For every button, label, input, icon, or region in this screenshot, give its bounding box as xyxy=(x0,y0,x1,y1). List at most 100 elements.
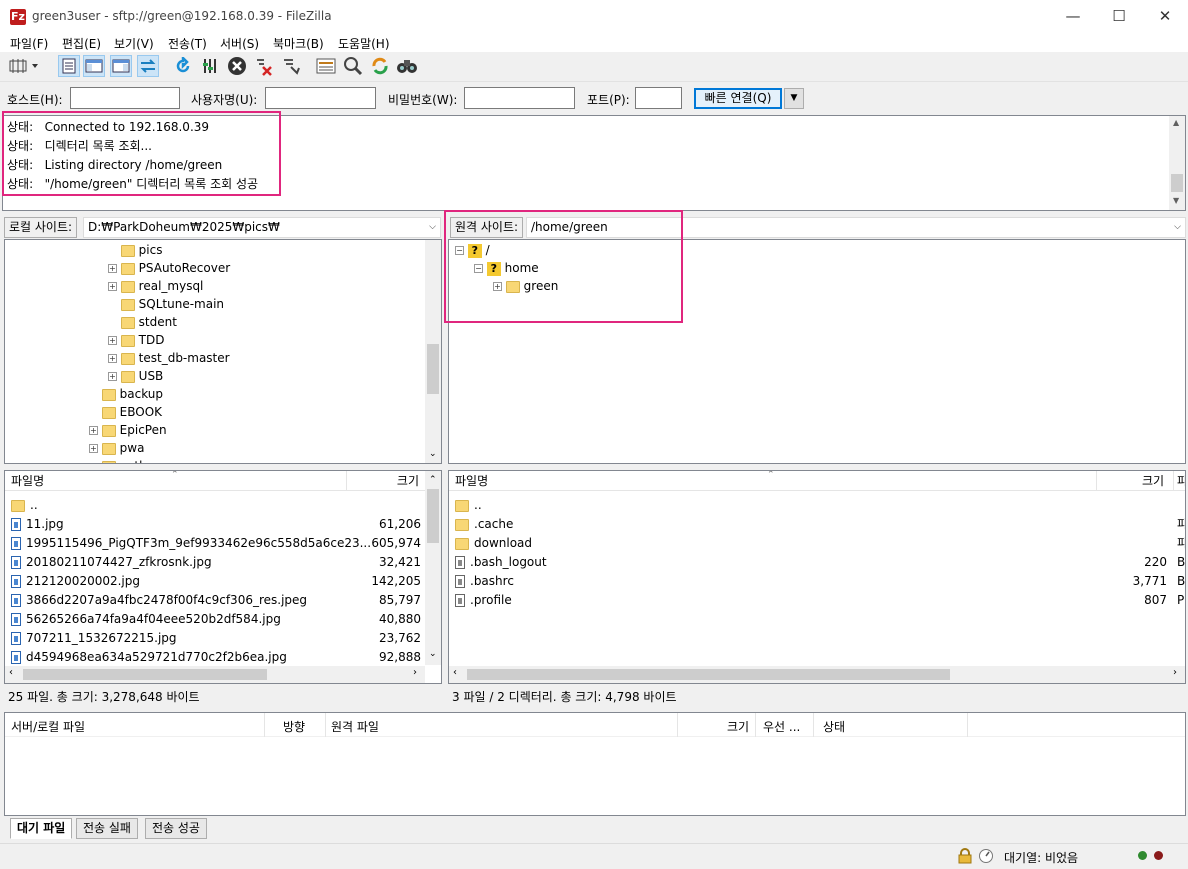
scroll-left-icon[interactable]: ‹ xyxy=(453,667,457,678)
tree-item[interactable]: + TDD xyxy=(5,331,425,349)
menu-file[interactable]: 파일(F) xyxy=(10,35,48,52)
toggle-queue-icon[interactable] xyxy=(137,55,159,77)
disconnect-icon[interactable] xyxy=(253,55,275,77)
tree-item[interactable]: + PSAutoRecover xyxy=(5,259,425,277)
col-type[interactable]: 파 xyxy=(1177,471,1185,491)
expander-icon[interactable]: + xyxy=(108,336,117,345)
menu-transfer[interactable]: 전송(T) xyxy=(168,35,207,52)
scroll-thumb[interactable] xyxy=(427,344,439,394)
password-input[interactable] xyxy=(464,87,575,109)
col-direction[interactable]: 방향 xyxy=(283,718,305,735)
reconnect-icon[interactable] xyxy=(280,55,302,77)
toggle-local-tree-icon[interactable] xyxy=(83,55,105,77)
toggle-directory-comparison-icon[interactable] xyxy=(342,55,364,77)
expander-icon[interactable]: + xyxy=(89,444,98,453)
tree-item[interactable]: + test_db-master xyxy=(5,349,425,367)
column-divider[interactable] xyxy=(325,713,326,737)
synchronized-browsing-icon[interactable] xyxy=(369,55,391,77)
file-row[interactable]: 1995115496_PigQTF3m_9ef9933462e96c558d5a… xyxy=(11,534,423,553)
tab-failed-transfers[interactable]: 전송 실패 xyxy=(76,818,138,839)
chevron-down-icon[interactable]: ⌵ xyxy=(1174,218,1181,237)
col-status[interactable]: 상태 xyxy=(823,718,845,735)
menu-view[interactable]: 보기(V) xyxy=(114,35,154,52)
column-divider[interactable] xyxy=(755,713,756,737)
tree-item[interactable]: + real_mysql xyxy=(5,277,425,295)
expander-icon[interactable]: + xyxy=(108,282,117,291)
tree-item[interactable]: pics xyxy=(5,241,425,259)
file-row[interactable]: download 파 xyxy=(455,534,1185,553)
expander-icon[interactable]: + xyxy=(108,264,117,273)
local-tree-scrollbar[interactable]: ⌄ xyxy=(425,240,441,463)
scroll-right-icon[interactable]: › xyxy=(1173,667,1177,678)
search-remote-files-icon[interactable] xyxy=(396,55,418,77)
chevron-down-icon[interactable]: ⌵ xyxy=(429,218,436,237)
file-row[interactable]: .bash_logout 220 B xyxy=(455,553,1185,572)
tab-queued-files[interactable]: 대기 파일 xyxy=(10,818,73,839)
scroll-thumb[interactable] xyxy=(23,669,267,680)
column-divider[interactable] xyxy=(1173,471,1174,491)
username-input[interactable] xyxy=(265,87,376,109)
col-size[interactable]: 크기 xyxy=(727,718,749,735)
tree-item[interactable]: SQLtune-main xyxy=(5,295,425,313)
column-divider[interactable] xyxy=(813,713,814,737)
col-filename[interactable]: 파일명 xyxy=(11,471,44,491)
cancel-operation-icon[interactable] xyxy=(226,55,248,77)
tree-item[interactable]: stdent xyxy=(5,313,425,331)
menu-help[interactable]: 도움말(H) xyxy=(338,35,390,52)
file-row[interactable]: .profile 807 P xyxy=(455,591,1184,610)
speed-limit-icon[interactable] xyxy=(978,848,994,864)
col-remote-file[interactable]: 원격 파일 xyxy=(331,718,379,735)
scroll-thumb[interactable] xyxy=(1171,174,1183,192)
file-row[interactable]: d4594968ea634a529721d770c2f2b6ea.jpg 92,8… xyxy=(11,648,423,667)
file-row[interactable]: 20180211074427_zfkrosnk.jpg 32,421 xyxy=(11,553,423,572)
scroll-right-icon[interactable]: › xyxy=(413,667,417,678)
column-divider[interactable] xyxy=(967,713,968,737)
maximize-button[interactable]: ☐ xyxy=(1096,0,1142,32)
directory-listing-filters-icon[interactable] xyxy=(315,55,337,77)
quickconnect-dropdown-icon[interactable]: ▼ xyxy=(784,88,804,109)
toggle-remote-tree-icon[interactable] xyxy=(110,55,132,77)
file-row[interactable]: 707211_1532672215.jpg 23,762 xyxy=(11,629,423,648)
menu-edit[interactable]: 편집(E) xyxy=(62,35,101,52)
scroll-up-icon[interactable]: ⌃ xyxy=(429,475,437,485)
file-row[interactable]: .cache 파 xyxy=(455,515,1185,534)
column-divider[interactable] xyxy=(346,471,347,491)
file-row[interactable]: 56265266a74fa9a4f04eee520b2df584.jpg 40,8… xyxy=(11,610,423,629)
col-filename[interactable]: 파일명 xyxy=(455,471,488,491)
tree-item[interactable]: + pwa xyxy=(5,439,425,457)
port-input[interactable] xyxy=(635,87,682,109)
scroll-down-icon[interactable]: ⌄ xyxy=(429,649,437,659)
remote-list-hscrollbar[interactable]: ‹ › xyxy=(449,666,1185,683)
file-row[interactable]: 11.jpg 61,206 xyxy=(11,515,423,534)
toggle-log-icon[interactable] xyxy=(58,55,80,77)
tree-item[interactable]: python xyxy=(5,457,425,463)
col-priority[interactable]: 우선 ... xyxy=(763,718,800,735)
tree-item[interactable]: + EpicPen xyxy=(5,421,425,439)
refresh-icon[interactable] xyxy=(172,55,194,77)
local-list-hscrollbar[interactable]: ‹ › xyxy=(5,666,425,683)
tree-item[interactable]: EBOOK xyxy=(5,403,425,421)
file-row[interactable]: 212120020002.jpg 142,205 xyxy=(11,572,423,591)
local-path-combo[interactable]: D:₩ParkDoheum₩2025₩pics₩ ⌵ xyxy=(83,217,441,238)
tree-item[interactable]: + USB xyxy=(5,367,425,385)
expander-icon[interactable]: + xyxy=(108,354,117,363)
col-size[interactable]: 크기 xyxy=(397,471,419,491)
site-manager-icon[interactable] xyxy=(6,55,42,77)
scroll-thumb[interactable] xyxy=(467,669,950,680)
process-queue-icon[interactable] xyxy=(199,55,221,77)
tab-successful-transfers[interactable]: 전송 성공 xyxy=(145,818,207,839)
column-divider[interactable] xyxy=(677,713,678,737)
column-divider[interactable] xyxy=(1096,471,1097,491)
scroll-up-icon[interactable]: ▲ xyxy=(1173,118,1179,127)
scroll-thumb[interactable] xyxy=(427,489,439,543)
scroll-down-icon[interactable]: ▼ xyxy=(1173,196,1179,205)
quickconnect-button[interactable]: 빠른 연결(Q) xyxy=(694,88,782,109)
close-button[interactable]: ✕ xyxy=(1142,0,1188,32)
log-scrollbar[interactable]: ▲ ▼ xyxy=(1169,116,1185,210)
menu-server[interactable]: 서버(S) xyxy=(220,35,259,52)
column-divider[interactable] xyxy=(264,713,265,737)
menu-bookmarks[interactable]: 북마크(B) xyxy=(273,35,324,52)
local-list-scrollbar[interactable]: ⌃ ⌄ xyxy=(425,471,441,665)
file-row[interactable]: .. xyxy=(455,496,1183,515)
file-row[interactable]: .. xyxy=(11,496,423,515)
